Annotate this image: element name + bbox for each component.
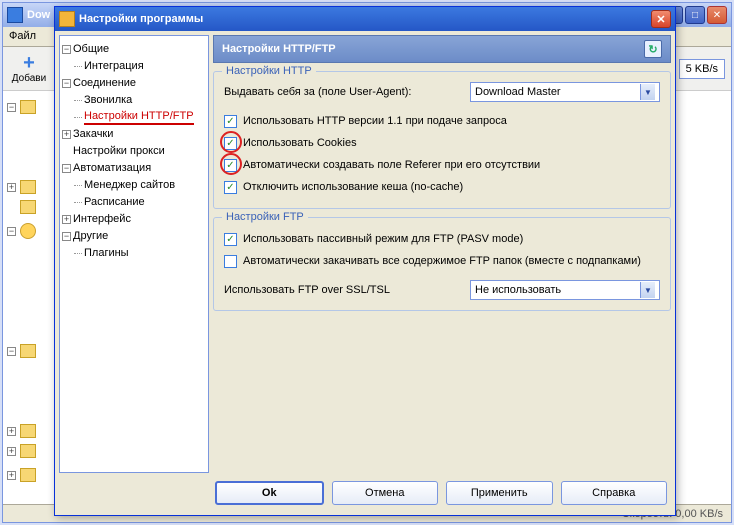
- minus-icon[interactable]: −: [62, 79, 71, 88]
- plus-icon[interactable]: +: [7, 183, 16, 192]
- tree-site-manager[interactable]: Менеджер сайтов: [62, 177, 206, 193]
- tree-dialer[interactable]: Звонилка: [62, 92, 206, 108]
- apply-button[interactable]: Применить: [446, 481, 553, 505]
- tree-integration[interactable]: Интеграция: [62, 58, 206, 74]
- checkbox-cookies-label: Использовать Cookies: [243, 137, 357, 149]
- checkbox-checked-icon[interactable]: ✓: [224, 159, 237, 172]
- tree-downloads[interactable]: +Закачки: [62, 126, 206, 142]
- checkbox-nocache-row[interactable]: ✓ Отключить использование кеша (no-cache…: [224, 176, 660, 198]
- close-button[interactable]: ✕: [707, 6, 727, 24]
- checkbox-unchecked-icon[interactable]: ✓: [224, 255, 237, 268]
- checkbox-pasv-label: Использовать пассивный режим для FTP (PA…: [243, 233, 523, 245]
- checkbox-pasv-row[interactable]: ✓ Использовать пассивный режим для FTP (…: [224, 228, 660, 250]
- dialog-titlebar: Настройки программы ✕: [55, 7, 675, 31]
- ok-button[interactable]: Ok: [215, 481, 324, 505]
- tree-plugins[interactable]: Плагины: [62, 245, 206, 261]
- http-legend: Настройки HTTP: [222, 65, 316, 77]
- checkbox-checked-icon[interactable]: ✓: [224, 115, 237, 128]
- plus-icon[interactable]: +: [62, 215, 71, 224]
- checkbox-referer-label: Автоматически создавать поле Referer при…: [243, 159, 540, 171]
- tree-connection[interactable]: −Соединение: [62, 75, 206, 91]
- checkbox-checked-icon[interactable]: ✓: [224, 181, 237, 194]
- tree-general[interactable]: −Общие: [62, 41, 206, 57]
- section-header: Настройки HTTP/FTP ↻: [213, 35, 671, 63]
- user-agent-value: Download Master: [475, 86, 561, 98]
- checkbox-recursive-row[interactable]: ✓ Автоматически закачивать все содержимо…: [224, 250, 660, 272]
- chevron-down-icon: ▼: [640, 282, 655, 298]
- section-title: Настройки HTTP/FTP: [222, 43, 336, 55]
- smile-icon: [20, 223, 36, 239]
- chevron-down-icon: ▼: [640, 84, 655, 100]
- checkbox-referer-row[interactable]: ✓ Автоматически создавать поле Referer п…: [224, 154, 660, 176]
- plus-icon[interactable]: +: [7, 427, 16, 436]
- minus-icon[interactable]: −: [7, 103, 16, 112]
- checkbox-checked-icon[interactable]: ✓: [224, 137, 237, 150]
- settings-content: Настройки HTTP/FTP ↻ Настройки HTTP Выда…: [213, 35, 671, 473]
- tree-proxy[interactable]: Настройки прокси: [62, 143, 206, 159]
- tree-other[interactable]: −Другие: [62, 228, 206, 244]
- plus-icon: +: [23, 53, 35, 73]
- checkbox-nocache-label: Отключить использование кеша (no-cache): [243, 181, 463, 193]
- refresh-icon[interactable]: ↻: [644, 40, 662, 58]
- ftp-fieldset: Настройки FTP ✓ Использовать пассивный р…: [213, 217, 671, 311]
- tree-http-ftp[interactable]: Настройки HTTP/FTP: [62, 109, 206, 125]
- settings-dialog: Настройки программы ✕ −Общие Интеграция …: [54, 6, 676, 516]
- minus-icon[interactable]: −: [62, 232, 71, 241]
- checkbox-recursive-label: Автоматически закачивать все содержимое …: [243, 255, 641, 267]
- maximize-button[interactable]: □: [685, 6, 705, 24]
- speed-indicator: 5 KB/s: [679, 59, 725, 79]
- ftp-ssl-label: Использовать FTP over SSL/TSL: [224, 284, 390, 296]
- settings-icon: [59, 11, 75, 27]
- folder-icon: [20, 344, 36, 358]
- add-button-label: Добави: [12, 73, 46, 84]
- ftp-ssl-value: Не использовать: [475, 284, 561, 296]
- ftp-legend: Настройки FTP: [222, 211, 308, 223]
- http-fieldset: Настройки HTTP Выдавать себя за (поле Us…: [213, 71, 671, 209]
- minus-icon[interactable]: −: [62, 45, 71, 54]
- app-icon: [7, 7, 23, 23]
- tree-automation[interactable]: −Автоматизация: [62, 160, 206, 176]
- parent-title: Dow: [27, 9, 50, 21]
- folder-icon: [20, 200, 36, 214]
- folder-icon: [20, 180, 36, 194]
- side-panel: − + − − + + +: [3, 93, 55, 502]
- user-agent-select[interactable]: Download Master ▼: [470, 82, 660, 102]
- plus-icon[interactable]: +: [7, 447, 16, 456]
- checkbox-checked-icon[interactable]: ✓: [224, 233, 237, 246]
- user-agent-label: Выдавать себя за (поле User-Agent):: [224, 86, 458, 98]
- speed-value: 5 KB/s: [686, 63, 718, 75]
- menu-file[interactable]: Файл: [9, 30, 36, 42]
- checkbox-http11-row[interactable]: ✓ Использовать HTTP версии 1.1 при подач…: [224, 110, 660, 132]
- cancel-button[interactable]: Отмена: [332, 481, 439, 505]
- checkbox-cookies-row[interactable]: ✓ Использовать Cookies: [224, 132, 660, 154]
- plus-icon[interactable]: +: [7, 471, 16, 480]
- help-button[interactable]: Справка: [561, 481, 668, 505]
- dialog-button-bar: Ok Отмена Применить Справка: [215, 481, 667, 507]
- folder-icon: [20, 424, 36, 438]
- dialog-title: Настройки программы: [79, 13, 203, 25]
- folder-icon: [20, 468, 36, 482]
- folder-icon: [20, 444, 36, 458]
- tree-schedule[interactable]: Расписание: [62, 194, 206, 210]
- dialog-close-button[interactable]: ✕: [651, 10, 671, 28]
- minus-icon[interactable]: −: [7, 347, 16, 356]
- checkbox-http11-label: Использовать HTTP версии 1.1 при подаче …: [243, 115, 507, 127]
- add-button[interactable]: + Добави: [9, 50, 49, 88]
- plus-icon[interactable]: +: [62, 130, 71, 139]
- ftp-ssl-select[interactable]: Не использовать ▼: [470, 280, 660, 300]
- minus-icon[interactable]: −: [62, 164, 71, 173]
- settings-tree[interactable]: −Общие Интеграция −Соединение Звонилка Н…: [59, 35, 209, 473]
- minus-icon[interactable]: −: [7, 227, 16, 236]
- tree-interface[interactable]: +Интерфейс: [62, 211, 206, 227]
- folder-icon: [20, 100, 36, 114]
